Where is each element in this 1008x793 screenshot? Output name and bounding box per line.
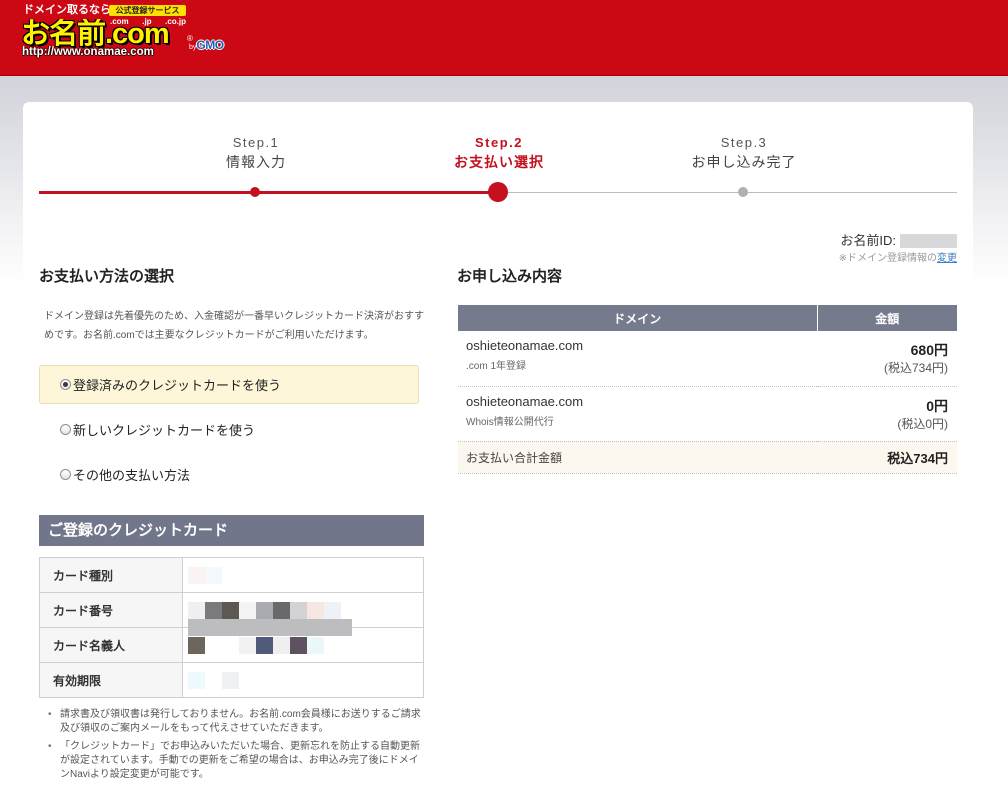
payment-option-other[interactable]: その他の支払い方法 [39, 455, 419, 494]
blur-mosaic [222, 602, 239, 619]
card-value-blurred [182, 662, 424, 698]
blur-mosaic [256, 637, 273, 654]
table-row: 有効期限 [39, 662, 424, 698]
blur-mosaic [290, 637, 307, 654]
blur-mosaic [205, 602, 222, 619]
domain-info-note: ※ドメイン登録情報の変更 [839, 253, 957, 265]
blur-mosaic [324, 602, 341, 619]
order-total-value: 税込734円 [817, 441, 957, 474]
order-total-label: お支払い合計金額 [458, 441, 817, 474]
step-number: Step.1 [232, 135, 280, 150]
payment-option-label: 登録済みのクレジットカードを使う [73, 378, 282, 393]
payment-option-label: その他の支払い方法 [73, 468, 191, 483]
domain-info-note-text: ※ドメイン登録情報の [838, 253, 937, 264]
logo-wordmark: お名前.com [21, 19, 170, 49]
blur-mosaic [239, 602, 256, 619]
radio-button[interactable] [60, 424, 71, 435]
card-holder-label: カード名義人 [39, 627, 183, 663]
payment-option-registered-card[interactable]: 登録済みのクレジットカードを使う [39, 365, 419, 404]
step-label: 情報入力 [226, 154, 286, 170]
order-summary-table: ドメイン 金額 oshieteonamae.com .com 1年登録 680円… [458, 305, 957, 474]
logo-badge: 公式登録サービス [109, 5, 186, 16]
gmo-logo: GMO [196, 38, 224, 52]
blur-mosaic [256, 602, 273, 619]
list-item: • 請求書及び領収書は発行しておりません。お名前.com会員様にお送りするご請求及… [44, 708, 426, 736]
step-2: Step.2 お支払い選択 [399, 135, 599, 172]
order-item-detail: Whois情報公開代行 [466, 416, 554, 428]
note-text: 「クレジットカード」でお申込みいただいた場合、更新忘れを防止する自動更新が設定さ… [60, 741, 420, 780]
column-header-price: 金額 [816, 305, 957, 331]
account-id-label: お名前ID: [840, 233, 896, 248]
order-item-price: 0円 [926, 397, 948, 414]
account-id-blurred [900, 234, 957, 248]
registered-card-table: カード種別 カード番号 カード名義人 有効期限 [39, 557, 424, 698]
order-item-price-cell: 680円 (税込734円) [817, 331, 957, 387]
blur-mosaic [273, 637, 290, 654]
card-type-label: カード種別 [39, 557, 183, 593]
blur-mosaic [188, 672, 205, 689]
progress-fill [39, 191, 498, 194]
bullet-icon: • [48, 709, 52, 720]
order-item-price: 680円 [910, 342, 948, 358]
order-summary-title: お申し込み内容 [457, 268, 563, 285]
blur-mosaic [188, 602, 205, 619]
card-value-blurred [182, 557, 424, 593]
step-dot [250, 187, 260, 197]
blur-mosaic [222, 672, 239, 689]
order-total-row: お支払い合計金額 税込734円 [458, 441, 957, 474]
blur-mosaic [290, 602, 307, 619]
order-item-domain-cell: oshieteonamae.com Whois情報公開代行 [458, 386, 817, 442]
order-item-tax-price: (税込0円) [897, 416, 948, 431]
table-row: oshieteonamae.com .com 1年登録 680円 (税込734円… [458, 331, 957, 387]
site-header: ドメイン取るなら 公式登録サービス .com .jp .co.jp お名前.co… [0, 0, 1008, 76]
bullet-icon: • [48, 741, 52, 752]
table-row: カード番号 [39, 592, 424, 636]
step-label: お支払い選択 [454, 154, 544, 170]
blur-mosaic [205, 567, 222, 584]
logo-tagline: ドメイン取るなら [23, 4, 109, 16]
step-label: お申し込み完了 [691, 154, 797, 170]
step-dot [488, 182, 508, 202]
card-expiry-label: 有効期限 [39, 662, 183, 698]
domain-info-change-link[interactable]: 変更 [937, 253, 957, 264]
order-item-domain-cell: oshieteonamae.com .com 1年登録 [458, 331, 817, 387]
payment-option-new-card[interactable]: 新しいクレジットカードを使う [39, 410, 419, 449]
table-row: カード種別 [39, 557, 424, 593]
registered-card-title: ご登録のクレジットカード [39, 515, 424, 546]
blur-mosaic [273, 602, 290, 619]
step-3: Step.3 お申し込み完了 [644, 135, 844, 172]
logo-url: http://www.onamae.com [22, 46, 154, 58]
order-item-tax-price: (税込734円) [883, 361, 948, 375]
blur-mosaic [188, 637, 205, 654]
gmo-mark: byGMO [189, 36, 224, 52]
step-number: Step.2 [474, 135, 523, 150]
column-header-domain: ドメイン [458, 305, 817, 331]
card-value-blurred [182, 592, 424, 636]
payment-notes: • 請求書及び領収書は発行しておりません。お名前.com会員様にお送りするご請求及… [44, 708, 426, 790]
radio-button[interactable] [60, 469, 71, 480]
order-item-domain: oshieteonamae.com [466, 393, 584, 409]
page: { "colors": { "brand_red": "#cc0814", "s… [0, 0, 1008, 793]
step-number: Step.3 [720, 135, 768, 150]
payment-method-title: お支払い方法の選択 [39, 268, 175, 285]
note-text: 請求書及び領収書は発行しておりません。お名前.com会員様にお送りするご請求及び… [60, 709, 421, 734]
blur-mosaic [188, 619, 352, 636]
list-item: • 「クレジットカード」でお申込みいただいた場合、更新忘れを防止する自動更新が設定… [44, 740, 426, 782]
blur-mosaic [307, 637, 324, 654]
order-item-domain: oshieteonamae.com [466, 338, 584, 353]
onamae-logo[interactable]: ドメイン取るなら 公式登録サービス .com .jp .co.jp お名前.co… [0, 0, 260, 70]
radio-button[interactable] [60, 379, 71, 390]
blur-mosaic [307, 602, 324, 619]
payment-option-label: 新しいクレジットカードを使う [73, 423, 256, 438]
order-item-detail: .com 1年登録 [466, 361, 527, 372]
card-number-label: カード番号 [39, 592, 183, 628]
table-row: oshieteonamae.com Whois情報公開代行 0円 (税込0円) [458, 386, 957, 442]
order-item-price-cell: 0円 (税込0円) [817, 386, 957, 442]
blur-mosaic [239, 637, 256, 654]
payment-method-description: ドメイン登録は先着優先のため、入金確認が一番早いクレジットカード決済がおすすめで… [44, 311, 424, 341]
step-dot [738, 187, 748, 197]
table-header-row: ドメイン 金額 [458, 305, 957, 331]
blur-mosaic [188, 567, 205, 584]
step-1: Step.1 情報入力 [156, 135, 356, 172]
